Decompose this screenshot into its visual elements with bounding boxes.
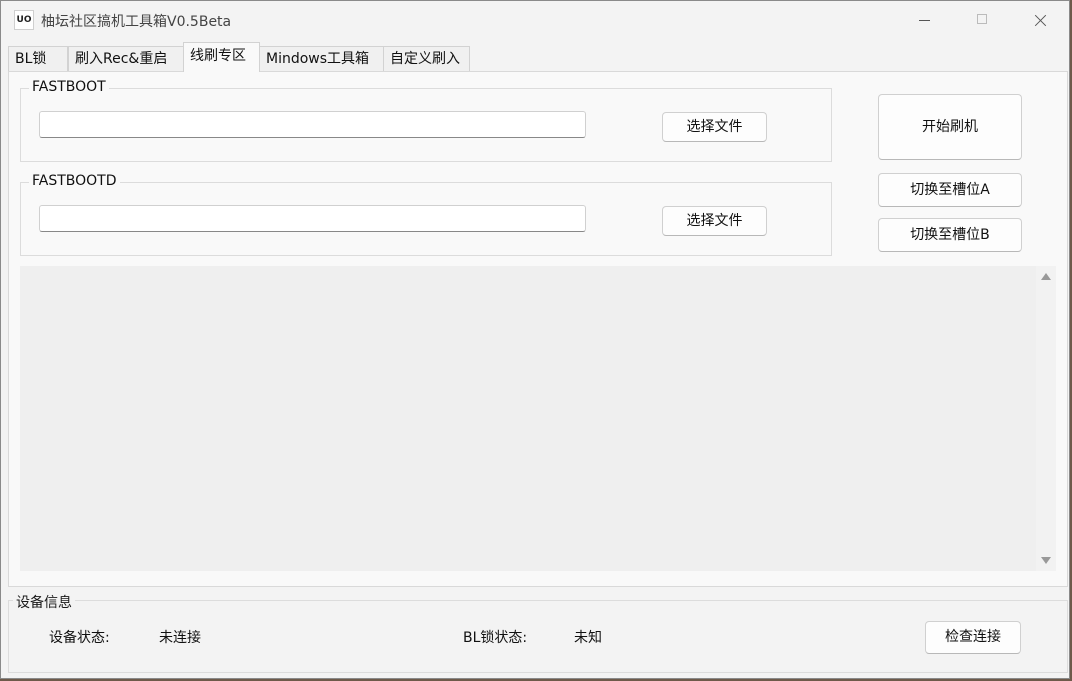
fastbootd-group-title: FASTBOOTD — [29, 173, 120, 189]
device-status-label: 设备状态: — [49, 630, 110, 646]
tab-panel-line-flash: FASTBOOT 选择文件 FASTBOOTD 选择文件 开始刷机 切换至槽位A… — [8, 71, 1068, 587]
app-window: UO 柚坛社区搞机工具箱V0.5Beta BL锁 刷入Rec&重启 线刷专区 M… — [0, 0, 1070, 679]
device-info-title: 设备信息 — [13, 592, 75, 612]
tab-line-flash[interactable]: 线刷专区 — [183, 42, 260, 72]
fastboot-group-title: FASTBOOT — [29, 79, 109, 95]
bl-status-value: 未知 — [574, 630, 602, 646]
window-title: 柚坛社区搞机工具箱V0.5Beta — [41, 14, 232, 30]
fastbootd-path-input[interactable] — [39, 205, 586, 232]
device-status-value: 未连接 — [159, 630, 201, 646]
fastboot-select-file-button[interactable]: 选择文件 — [662, 112, 767, 142]
switch-slot-b-button[interactable]: 切换至槽位B — [878, 218, 1022, 252]
minimize-icon[interactable] — [901, 1, 947, 39]
log-scrollbar[interactable] — [1036, 266, 1056, 571]
fastbootd-select-file-button[interactable]: 选择文件 — [662, 206, 767, 236]
device-info-group: 设备信息 设备状态: 未连接 BL锁状态: 未知 检查连接 — [8, 592, 1068, 673]
start-flash-button[interactable]: 开始刷机 — [878, 94, 1022, 160]
tab-mindows-toolbox[interactable]: Mindows工具箱 — [259, 46, 384, 72]
switch-slot-a-button[interactable]: 切换至槽位A — [878, 173, 1022, 207]
log-output-area[interactable] — [20, 266, 1056, 571]
scroll-up-icon[interactable] — [1041, 273, 1051, 280]
scroll-down-icon[interactable] — [1041, 557, 1051, 564]
fastboot-path-input[interactable] — [39, 111, 586, 138]
check-connection-button[interactable]: 检查连接 — [925, 621, 1021, 654]
tab-bl-lock[interactable]: BL锁 — [8, 46, 68, 72]
bl-status-label: BL锁状态: — [463, 630, 528, 646]
fastboot-group: FASTBOOT 选择文件 — [20, 79, 832, 162]
maximize-icon[interactable] — [959, 1, 1005, 39]
close-icon[interactable] — [1017, 1, 1063, 39]
fastbootd-group: FASTBOOTD 选择文件 — [20, 173, 832, 256]
tab-custom-flash[interactable]: 自定义刷入 — [383, 46, 470, 72]
tab-flash-rec-reboot[interactable]: 刷入Rec&重启 — [68, 46, 184, 72]
title-bar: UO 柚坛社区搞机工具箱V0.5Beta — [1, 1, 1069, 39]
app-logo-icon: UO — [14, 10, 34, 30]
